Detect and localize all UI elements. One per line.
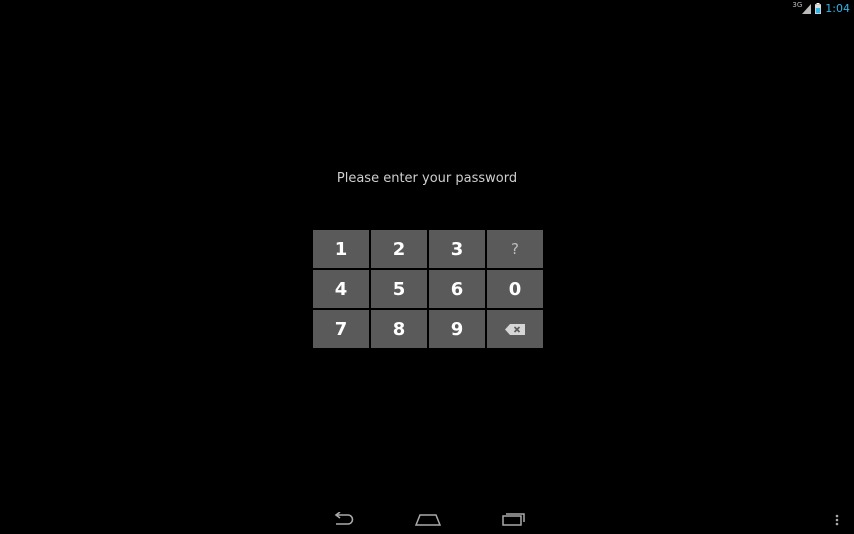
overflow-menu-button[interactable] <box>827 509 847 531</box>
password-prompt: Please enter your password <box>336 171 518 186</box>
lock-screen: 3G 1:04 Please enter your password 1 2 3… <box>0 0 854 534</box>
key-9[interactable]: 9 <box>429 310 485 348</box>
key-7[interactable]: 7 <box>313 310 369 348</box>
signal-icon <box>802 0 812 18</box>
recents-icon <box>502 511 526 530</box>
key-help[interactable]: ? <box>487 230 543 268</box>
status-bar: 3G 1:04 <box>0 0 854 17</box>
overflow-menu-icon <box>835 511 839 530</box>
back-button[interactable] <box>323 509 363 531</box>
back-icon <box>331 510 355 530</box>
key-1[interactable]: 1 <box>313 230 369 268</box>
key-3[interactable]: 3 <box>429 230 485 268</box>
key-8[interactable]: 8 <box>371 310 427 348</box>
key-4[interactable]: 4 <box>313 270 369 308</box>
key-backspace[interactable] <box>487 310 543 348</box>
key-2[interactable]: 2 <box>371 230 427 268</box>
navigation-bar <box>0 504 854 534</box>
recents-button[interactable] <box>494 509 534 531</box>
network-type-label: 3G <box>792 0 803 9</box>
backspace-icon <box>505 319 525 340</box>
battery-icon <box>815 0 822 18</box>
home-button[interactable] <box>408 509 448 531</box>
pin-keypad: 1 2 3 ? 4 5 6 0 7 8 9 <box>313 230 543 349</box>
key-6[interactable]: 6 <box>429 270 485 308</box>
home-icon <box>414 511 442 530</box>
key-0[interactable]: 0 <box>487 270 543 308</box>
key-5[interactable]: 5 <box>371 270 427 308</box>
clock: 1:04 <box>825 2 850 15</box>
